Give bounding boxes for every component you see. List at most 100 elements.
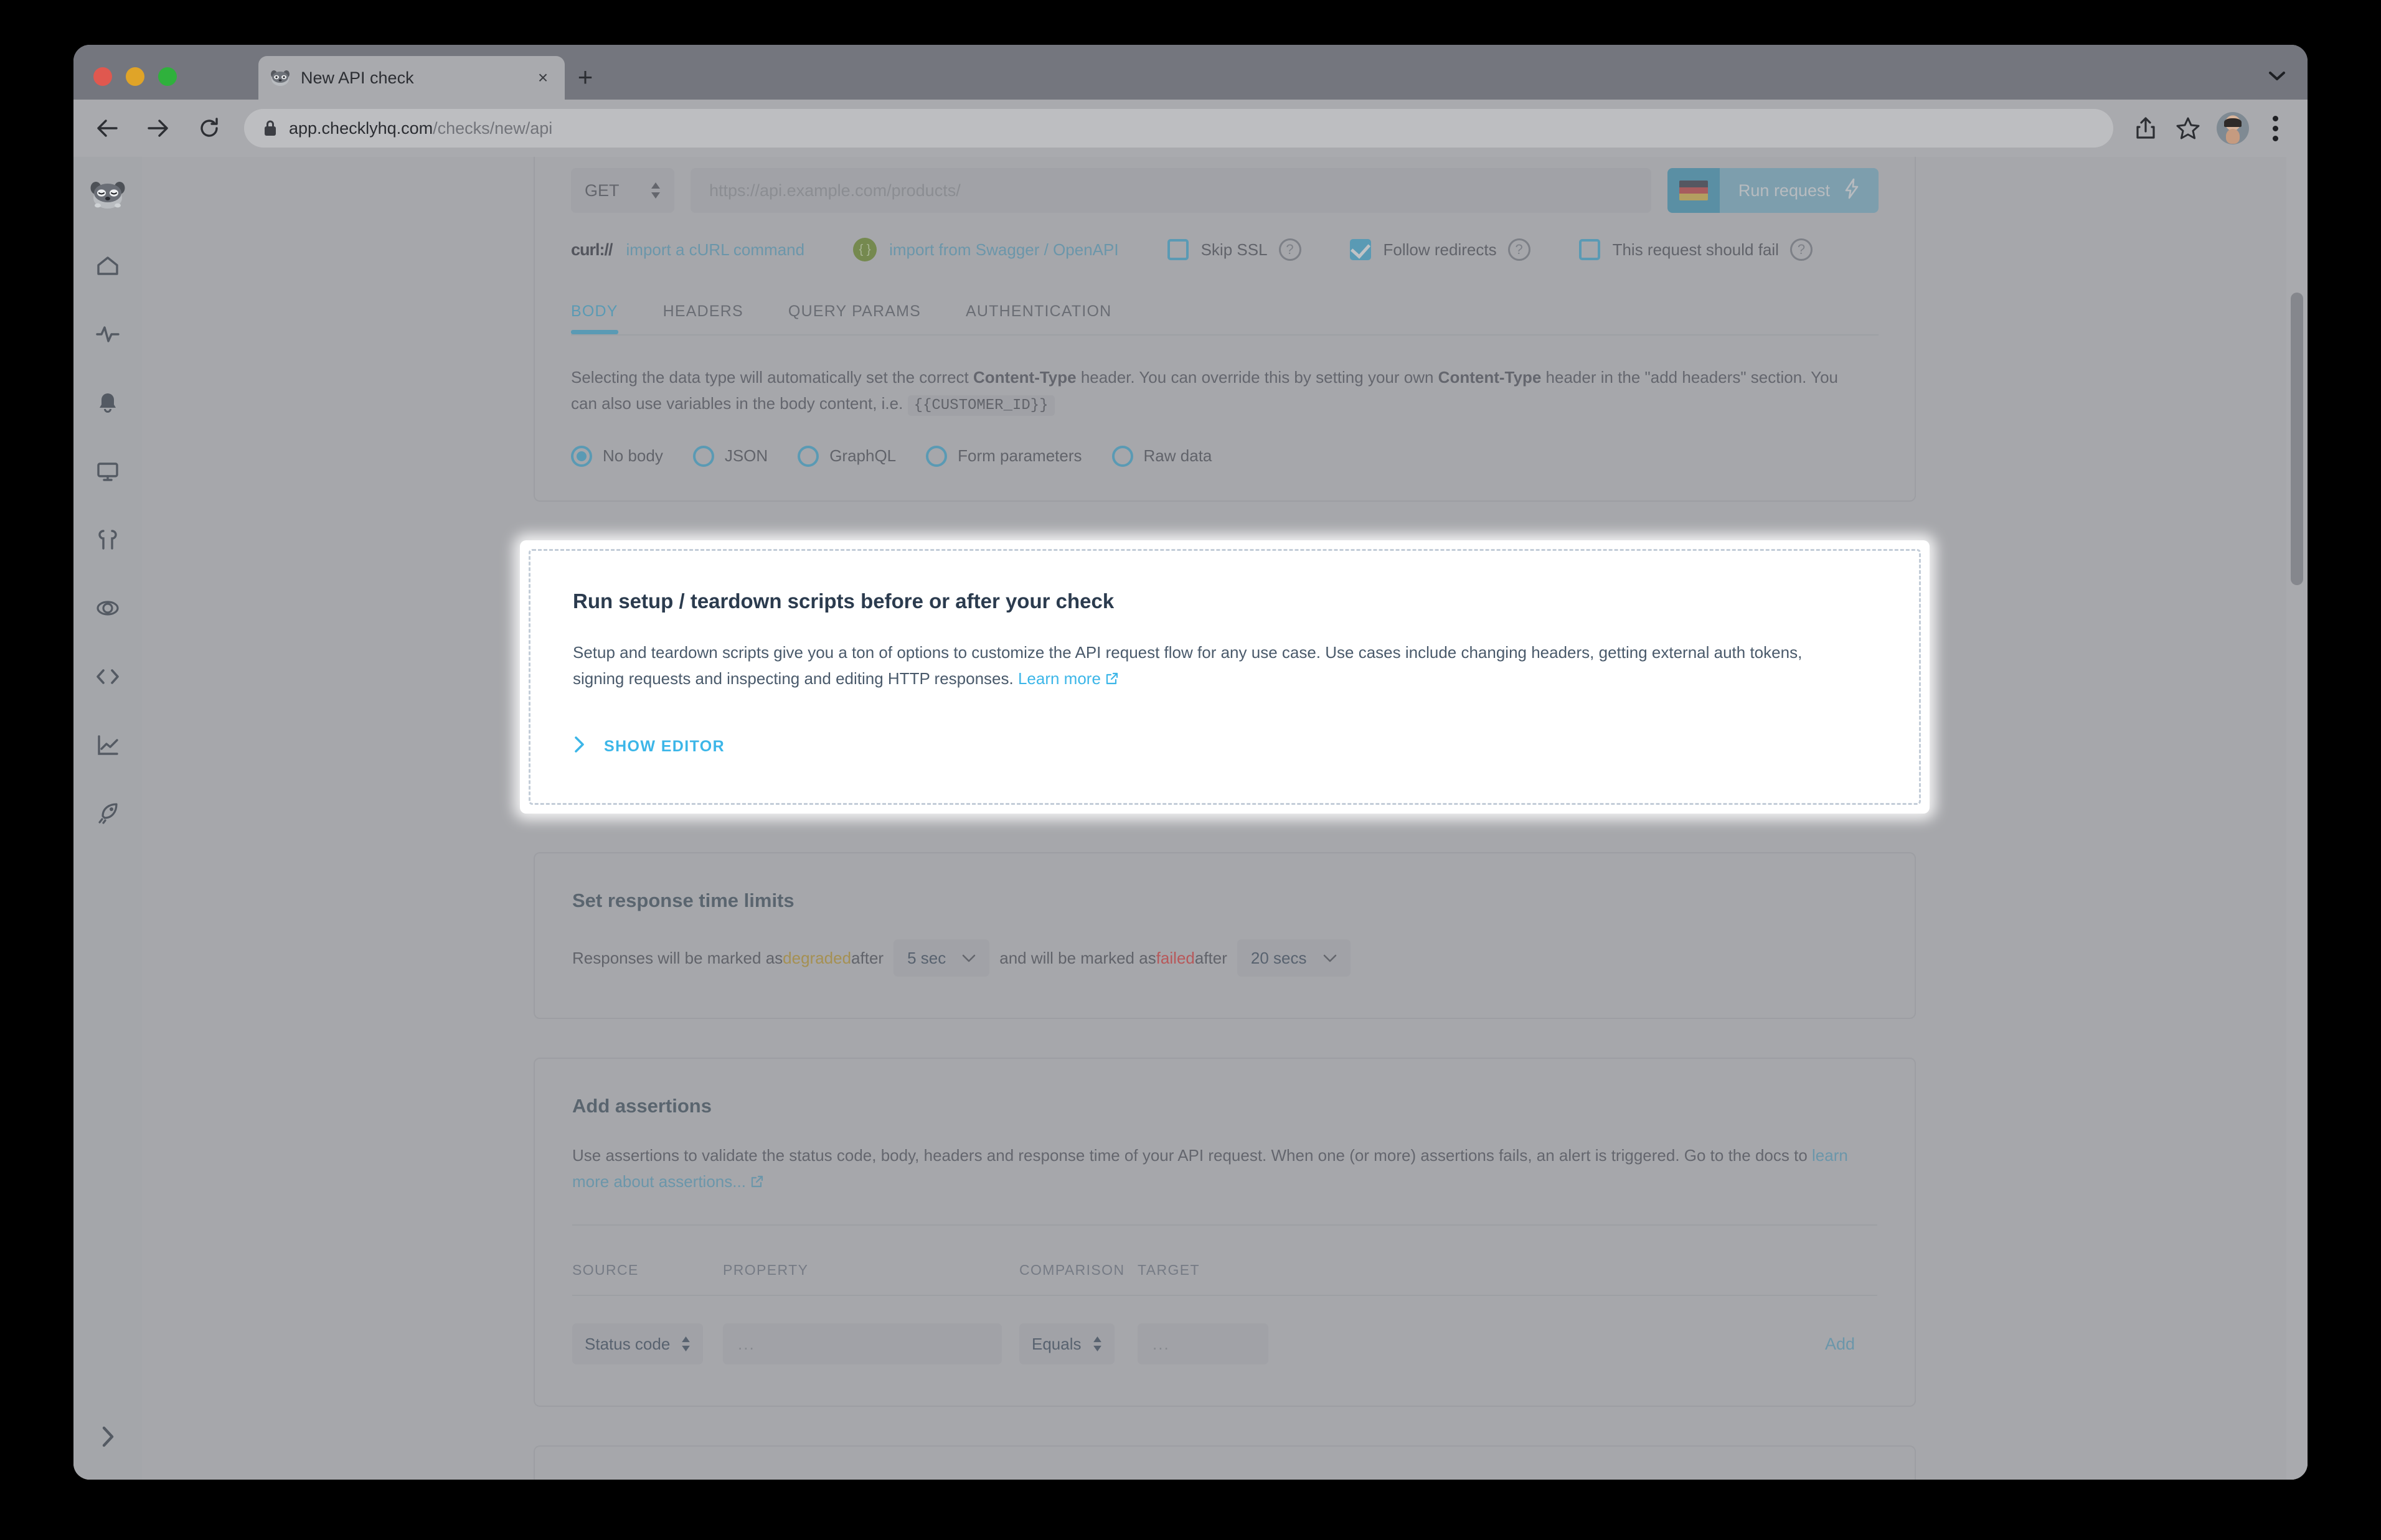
column-property: PROPERTY <box>723 1262 809 1279</box>
http-method-select[interactable]: GET <box>571 168 674 213</box>
response-time-limits-title: Set response time limits <box>572 890 794 912</box>
request-tabs: BODY HEADERS QUERY PARAMS AUTHENTICATION <box>571 303 1879 334</box>
pulse-icon <box>96 326 120 342</box>
sidebar-item-analytics[interactable] <box>73 711 142 779</box>
checkly-logo[interactable] <box>73 157 142 232</box>
swagger-icon: { } <box>853 238 877 261</box>
column-comparison: COMPARISON <box>1019 1262 1125 1279</box>
main-content: GET https://api.example.com/products/ Ru… <box>142 157 2308 1480</box>
setup-teardown-card: Run setup / teardown scripts before or a… <box>529 548 1921 805</box>
bell-icon <box>100 393 116 413</box>
learn-more-link[interactable]: Learn more <box>1018 669 1101 688</box>
add-assertion-button[interactable]: Add <box>1825 1335 1855 1354</box>
radio-label: No body <box>603 446 663 466</box>
de-flag-icon[interactable] <box>1667 168 1720 213</box>
sidebar-item-code[interactable] <box>73 642 142 711</box>
assertion-property-input[interactable]: ... <box>723 1323 1002 1365</box>
wrench-icon <box>98 530 117 550</box>
maximize-window-button[interactable] <box>158 67 177 86</box>
assertion-source-select[interactable]: Status code <box>572 1323 704 1365</box>
close-window-button[interactable] <box>93 67 112 86</box>
skip-ssl-label: Skip SSL <box>1200 240 1268 259</box>
address-bar[interactable]: app.checklyhq.com/checks/new/api <box>244 109 2113 148</box>
sidebar-item-deploy[interactable] <box>73 779 142 848</box>
assertions-title: Add assertions <box>572 1095 712 1117</box>
app-sidebar <box>73 157 142 1480</box>
import-swagger-link[interactable]: import from Swagger / OpenAPI <box>889 240 1118 260</box>
scrollbar-thumb[interactable] <box>2291 293 2303 585</box>
body-type-raw-data[interactable]: Raw data <box>1111 445 1212 467</box>
sidebar-expand-button[interactable] <box>73 1409 142 1465</box>
request-url-input[interactable]: https://api.example.com/products/ <box>691 168 1651 213</box>
sidebar-item-locations[interactable] <box>73 574 142 642</box>
assertion-target-cell: ... <box>1138 1323 1268 1365</box>
avatar[interactable] <box>2217 112 2249 144</box>
raccoon-icon <box>270 67 291 88</box>
assertion-target-input[interactable]: ... <box>1138 1323 1268 1365</box>
failed-threshold-select[interactable]: 20 secs <box>1237 939 1351 977</box>
tab-query-params[interactable]: QUERY PARAMS <box>788 303 921 334</box>
kebab-menu-icon[interactable] <box>2258 111 2293 146</box>
setup-teardown-description: Setup and teardown scripts give you a to… <box>573 639 1831 692</box>
browser-tab[interactable]: New API check × <box>258 56 565 100</box>
external-link-icon <box>1105 669 1119 688</box>
close-tab-button[interactable]: × <box>532 67 554 88</box>
new-tab-button[interactable]: + <box>572 64 599 92</box>
url-path: /checks/new/api <box>433 118 553 138</box>
import-row: curl:// import a cURL command { } import… <box>571 238 1879 261</box>
reload-icon[interactable] <box>192 111 227 146</box>
url-domain: app.checklyhq.com <box>289 118 433 138</box>
follow-redirects-label: Follow redirects <box>1383 240 1497 259</box>
sidebar-item-alerts[interactable] <box>73 369 142 437</box>
window-traffic-lights <box>93 67 177 86</box>
help-icon[interactable]: ? <box>1789 238 1813 261</box>
monitor-icon <box>97 462 118 481</box>
degraded-threshold-select[interactable]: 5 sec <box>893 939 990 977</box>
show-editor-button[interactable]: SHOW EDITOR <box>573 735 1877 758</box>
forward-icon[interactable] <box>141 111 176 146</box>
should-fail-checkbox[interactable] <box>1578 239 1600 260</box>
next-section-card <box>534 1445 1916 1480</box>
tab-authentication[interactable]: AUTHENTICATION <box>966 303 1111 334</box>
radio-icon <box>571 445 592 467</box>
browser-window: New API check × + app.checklyhq.com/chec… <box>73 45 2308 1480</box>
star-icon[interactable] <box>2171 111 2205 146</box>
lock-icon <box>263 119 278 138</box>
setup-teardown-desc-text: Setup and teardown scripts give you a to… <box>573 642 1803 688</box>
body-type-json[interactable]: JSON <box>692 445 768 467</box>
chevron-down-icon[interactable] <box>2263 63 2291 88</box>
tab-body[interactable]: BODY <box>571 303 618 334</box>
page-scrollbar[interactable] <box>2286 157 2308 1480</box>
minimize-window-button[interactable] <box>126 67 144 86</box>
skip-ssl-checkbox[interactable] <box>1167 239 1189 260</box>
body-type-form-parameters[interactable]: Form parameters <box>926 445 1082 467</box>
sidebar-item-home[interactable] <box>73 232 142 300</box>
sidebar-item-activity[interactable] <box>73 300 142 369</box>
sidebar-item-maintenance[interactable] <box>73 505 142 574</box>
line-chart-icon <box>98 735 118 755</box>
follow-redirects-checkbox[interactable] <box>1349 239 1371 260</box>
help-icon[interactable]: ? <box>1507 238 1530 261</box>
import-curl-link[interactable]: import a cURL command <box>626 240 805 260</box>
radio-icon <box>1111 445 1133 467</box>
body-type-no-body[interactable]: No body <box>571 445 663 467</box>
updown-caret-icon <box>651 182 661 199</box>
share-icon[interactable] <box>2128 111 2163 146</box>
radio-label: JSON <box>724 446 768 466</box>
setup-teardown-title: Run setup / teardown scripts before or a… <box>573 589 1115 613</box>
chevron-down-icon <box>962 954 976 962</box>
limits-text-1: Responses will be marked as <box>572 948 783 967</box>
run-request-label: Run request <box>1738 181 1830 200</box>
assertion-comparison-select[interactable]: Equals <box>1019 1323 1115 1365</box>
should-fail-label: This request should fail <box>1612 240 1779 259</box>
sidebar-item-dashboards[interactable] <box>73 437 142 505</box>
help-icon[interactable]: ? <box>1278 238 1301 261</box>
radio-icon <box>692 445 714 467</box>
tab-headers[interactable]: HEADERS <box>663 303 743 334</box>
assertions-table-header: SOURCE PROPERTY COMPARISON TARGET <box>572 1262 1877 1297</box>
back-icon[interactable] <box>90 111 125 146</box>
rocket-icon <box>98 803 118 824</box>
run-request-button[interactable]: Run request <box>1719 168 1879 213</box>
chevron-right-icon <box>102 1426 114 1447</box>
body-type-graphql[interactable]: GraphQL <box>798 445 896 467</box>
